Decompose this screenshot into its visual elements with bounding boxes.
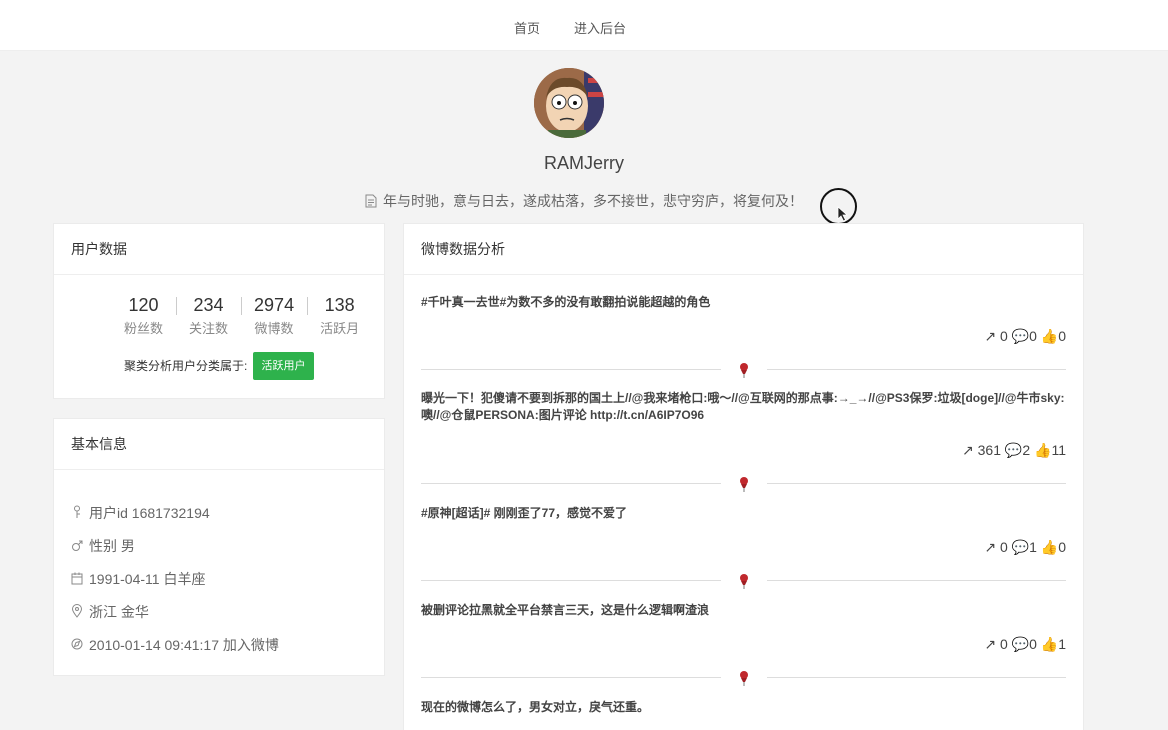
calendar-icon	[71, 572, 83, 585]
stat-label: 活跃月	[320, 321, 360, 336]
like-count: 0	[1058, 328, 1066, 344]
avatar	[534, 68, 604, 138]
like-icon[interactable]: 👍	[1041, 636, 1058, 652]
comment-icon[interactable]: 💬	[1012, 636, 1029, 652]
like-icon[interactable]: 👍	[1041, 328, 1058, 344]
stat-label: 粉丝数	[124, 321, 164, 336]
user-icon	[74, 505, 80, 518]
user-data-card: 用户数据 120 粉丝数 234 关注数 2974 微博数 138 活跃月 聚类…	[53, 223, 385, 399]
post-stats: ↗ 0 💬0 👍0	[984, 328, 1066, 345]
post-stats: ↗ 361 💬2 👍11	[962, 442, 1066, 459]
comment-count: 1	[1029, 539, 1037, 555]
info-location-text: 浙江 金华	[89, 604, 149, 620]
comment-icon[interactable]: 💬	[1012, 328, 1029, 344]
post-text: 被删评论拉黑就全平台禁言三天，这是什么逻辑啊渣浪	[421, 603, 710, 617]
post-text: 现在的微博怎么了，男女对立，戾气还重。	[421, 700, 650, 714]
info-birthday-text: 1991-04-11 白羊座	[89, 571, 206, 587]
info-user-id-text: 用户id 1681732194	[89, 505, 210, 521]
nav-home-link[interactable]: 首页	[514, 18, 540, 37]
repost-count: 0	[999, 328, 1008, 344]
stat-value: 138	[324, 295, 355, 315]
male-icon	[72, 540, 83, 551]
comment-count: 0	[1029, 328, 1037, 344]
document-icon	[365, 194, 377, 208]
like-count: 0	[1058, 539, 1066, 555]
repost-icon[interactable]: ↗	[984, 636, 996, 652]
repost-icon[interactable]: ↗	[984, 328, 996, 344]
info-birthday: 1991-04-11 白羊座	[71, 569, 205, 589]
repost-icon[interactable]: ↗	[962, 442, 974, 458]
stat-following: 234 关注数	[176, 294, 241, 337]
cluster-badge[interactable]: 活跃用户	[253, 352, 314, 380]
post-text: 曝光一下！犯傻请不要到拆那的国土上//@我来堵枪口:哦～//@互联网的那点事:→…	[421, 391, 1065, 422]
pushpin-icon	[740, 477, 748, 492]
info-location: 浙江 金华	[71, 602, 149, 622]
stat-active-months: 138 活跃月	[307, 294, 372, 337]
info-joined-text: 2010-01-14 09:41:17 加入微博	[89, 637, 279, 653]
compass-icon	[71, 638, 83, 650]
info-gender-text: 性别 男	[89, 538, 135, 554]
post-divider	[421, 477, 1066, 492]
comment-count: 2	[1022, 442, 1031, 458]
post-text: #千叶真一去世#为数不多的没有敢翻拍说能超越的角色	[421, 295, 711, 309]
repost-count: 0	[999, 539, 1008, 555]
like-count: 1	[1058, 636, 1066, 652]
post-stats: ↗ 0 💬0 👍1	[984, 636, 1066, 653]
mouse-pointer-icon	[837, 206, 849, 222]
stat-label: 微博数	[254, 321, 294, 336]
stat-followers: 120 粉丝数	[111, 294, 176, 337]
pushpin-icon	[740, 574, 748, 589]
stat-weibo-count: 2974 微博数	[241, 294, 307, 337]
post-stats: ↗ 0 💬1 👍0	[984, 539, 1066, 556]
comment-count: 0	[1029, 636, 1037, 652]
like-icon[interactable]: 👍	[1034, 442, 1051, 458]
repost-count: 361	[977, 442, 1001, 458]
info-joined: 2010-01-14 09:41:17 加入微博	[71, 635, 279, 655]
comment-icon[interactable]: 💬	[1005, 442, 1022, 458]
profile-username: RAMJerry	[544, 153, 624, 173]
stat-value: 234	[193, 295, 224, 315]
like-count: 11	[1051, 442, 1066, 458]
stat-label: 关注数	[189, 321, 229, 336]
stat-value: 120	[128, 295, 159, 315]
info-user-id: 用户id 1681732194	[71, 503, 210, 523]
like-icon[interactable]: 👍	[1041, 539, 1058, 555]
post-text: #原神[超话]# 刚刚歪了77，感觉不爱了	[421, 506, 628, 520]
location-pin-icon	[71, 604, 83, 618]
stat-value: 2974	[254, 295, 295, 315]
pushpin-icon	[740, 671, 748, 686]
cursor-indicator	[820, 188, 857, 225]
post-divider	[421, 574, 1066, 589]
user-data-title: 用户数据	[54, 224, 384, 275]
repost-icon[interactable]: ↗	[984, 539, 996, 555]
post-divider	[421, 363, 1066, 378]
pushpin-icon	[740, 363, 748, 378]
top-navbar: 首页 进入后台	[0, 0, 1168, 51]
basic-info-title: 基本信息	[54, 419, 384, 470]
weibo-analysis-title: 微博数据分析	[404, 224, 1083, 275]
signature-text: 年与时驰，意与日去，遂成枯落，多不接世，悲守穷庐，将复何及！	[383, 193, 803, 209]
post-divider	[421, 671, 1066, 686]
repost-count: 0	[999, 636, 1008, 652]
cluster-label: 聚类分析用户分类属于:	[124, 359, 248, 373]
nav-admin-link[interactable]: 进入后台	[574, 18, 626, 37]
info-gender: 性别 男	[71, 536, 135, 556]
profile-signature: 年与时驰，意与日去，遂成枯落，多不接世，悲守穷庐，将复何及！	[0, 191, 1168, 211]
weibo-analysis-card: 微博数据分析 #千叶真一去世#为数不多的没有敢翻拍说能超越的角色 ↗ 0 💬0 …	[403, 223, 1084, 730]
user-stats: 120 粉丝数 234 关注数 2974 微博数 138 活跃月	[111, 294, 372, 337]
basic-info-card: 基本信息 用户id 1681732194 性别 男 1991-04-11 白羊座…	[53, 418, 385, 676]
comment-icon[interactable]: 💬	[1012, 539, 1029, 555]
